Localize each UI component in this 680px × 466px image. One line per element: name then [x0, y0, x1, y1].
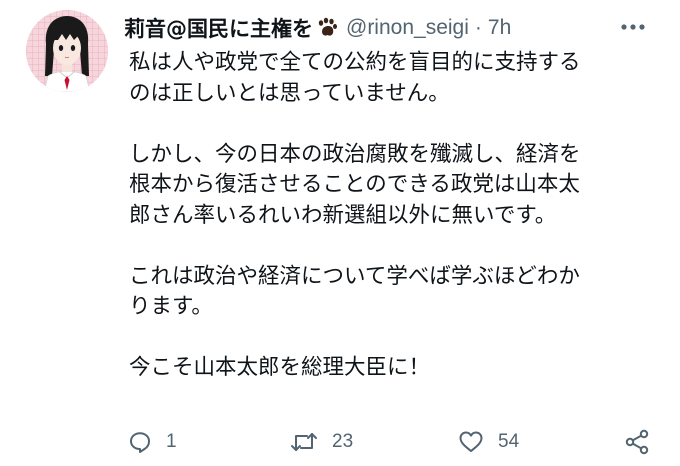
share-button[interactable] — [624, 424, 650, 460]
share-icon — [625, 429, 649, 455]
display-name[interactable]: 莉音@国民に主権を — [124, 13, 313, 43]
tweet-paragraph: 今こそ山本太郎を総理大臣に！ — [129, 353, 649, 384]
text-line: しかし、今の日本の政治腐敗を殲滅し、経済を — [129, 141, 581, 167]
tweet-paragraph: しかし、今の日本の政治腐敗を殲滅し、経済を 根本から復活させることのできる政党は… — [129, 140, 649, 232]
heart-icon — [459, 431, 483, 452]
text-line: これは政治や経済について学べば学ぶほどわか — [129, 263, 580, 289]
text-line: 根本から復活させることのできる政党は山本太 — [129, 172, 580, 197]
text-line: 私は人や政党で全ての公約を盲目的に支持する — [129, 50, 581, 75]
retweet-button[interactable]: 23 — [290, 424, 353, 460]
reply-count: 1 — [166, 431, 177, 452]
avatar[interactable] — [26, 10, 108, 92]
retweet-count: 23 — [332, 431, 354, 452]
more-button[interactable] — [618, 14, 648, 40]
tweet-header: 莉音@国民に主権を @rinon_seigi · 7h — [124, 12, 511, 44]
tweet-paragraph: 私は人や政党で全ての公約を盲目的に支持する のは正しいとは思っていません。 — [129, 48, 649, 109]
like-count: 54 — [498, 431, 520, 452]
timestamp[interactable]: 7h — [488, 16, 511, 40]
text-line: ります。 — [129, 294, 213, 319]
tweet-text: 私は人や政党で全ての公約を盲目的に支持する のは正しいとは思っていません。 しか… — [129, 48, 649, 384]
handle[interactable]: @rinon_seigi — [346, 16, 469, 40]
anime-girl-avatar-icon — [26, 10, 108, 92]
text-line: のは正しいとは思っていません。 — [129, 80, 450, 106]
more-dots-icon — [621, 24, 645, 30]
reply-icon — [130, 432, 150, 453]
text-line: 今こそ山本太郎を総理大臣に！ — [129, 355, 431, 380]
text-line: 郎さん率いるれいわ新選組以外に無いです。 — [129, 202, 557, 228]
retweet-icon — [291, 433, 317, 451]
tweet-paragraph: これは政治や経済について学べば学ぶほどわか ります。 — [129, 262, 649, 323]
like-button[interactable]: 54 — [458, 424, 519, 460]
action-bar: 1 23 54 — [0, 424, 680, 460]
tweet: 莉音@国民に主権を @rinon_seigi · 7h 私は人や政党で全ての公約… — [0, 0, 680, 466]
paw-icon — [316, 17, 338, 39]
separator: · — [474, 16, 482, 39]
reply-button[interactable]: 1 — [128, 424, 177, 460]
